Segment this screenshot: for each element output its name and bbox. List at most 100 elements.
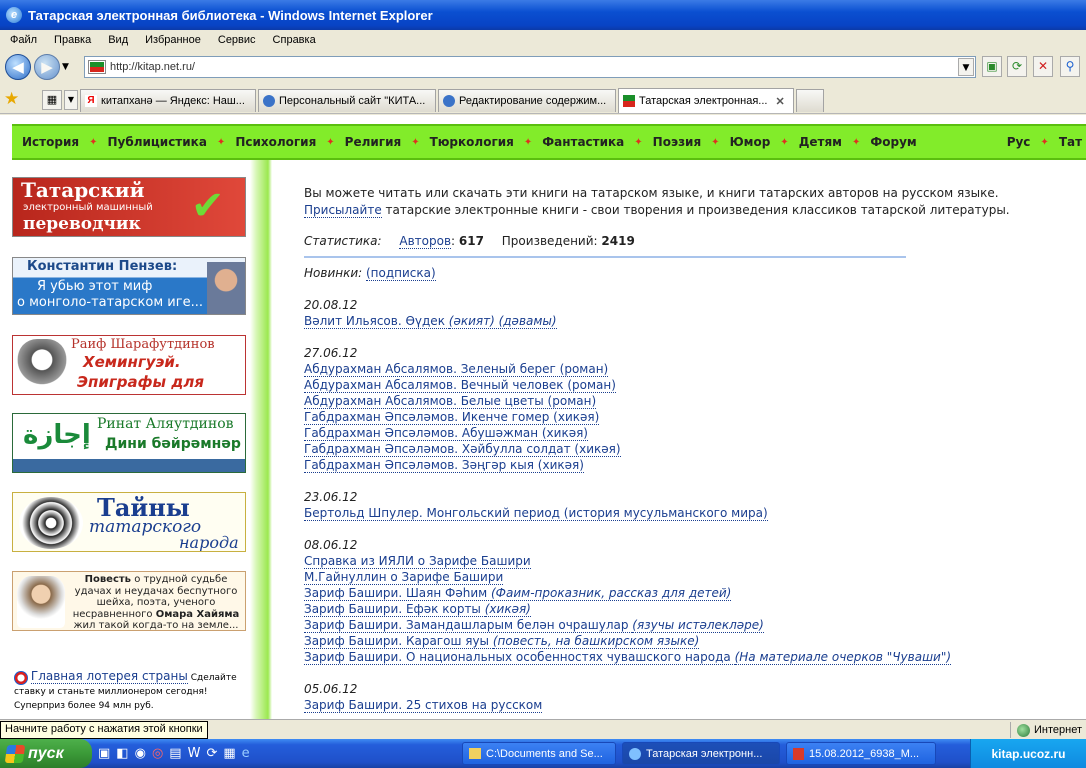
book-link[interactable]: Бертольд Шпулер. Монгольский период (ист…	[304, 506, 768, 521]
task-pdf[interactable]: 15.08.2012_6938_M...	[786, 742, 936, 765]
window-title-bar[interactable]: e Татарская электронная библиотека - Win…	[0, 0, 1086, 30]
sharafutdinov-banner[interactable]: Раиф Шарафутдинов Хемингуэй. Эпиграфы дл…	[12, 335, 246, 395]
book-note[interactable]: (әкият) (дәвамы)	[448, 314, 557, 329]
book-link[interactable]: Зариф Башири. 25 стихов на русском	[304, 698, 543, 713]
address-dropdown-icon[interactable]: ▼	[958, 58, 974, 76]
tab-yandex[interactable]: Я китапханә — Яндекс: Наш...	[80, 89, 256, 112]
book-title[interactable]: Зариф Башири. Карагош яуы	[304, 634, 493, 649]
nav-humor[interactable]: Юмор	[726, 135, 775, 149]
quick-launch-icon[interactable]: ◧	[116, 746, 128, 761]
tab-editing[interactable]: Редактирование содержим...	[438, 89, 616, 112]
book-title[interactable]: Абдурахман Абсалямов. Вечный человек (ро…	[304, 378, 616, 393]
book-title[interactable]: Бертольд Шпулер. Монгольский период (ист…	[304, 506, 768, 521]
quick-launch-icon[interactable]: ▤	[169, 746, 181, 761]
rinat-banner[interactable]: إجازة Ринат Аляутдинов Дини бәйрәмнәр	[12, 413, 246, 473]
book-link[interactable]: М.Гайнуллин о Зарифе Башири	[304, 570, 504, 585]
new-tab-button[interactable]	[796, 89, 824, 112]
book-title[interactable]: Габдрахман Әпсәләмов. Абушәжман (хикәя)	[304, 426, 588, 441]
ie-quick-launch-icon[interactable]: e	[242, 746, 250, 761]
book-link[interactable]: Вәлит Ильясов. Өүдек (әкият) (дәвамы)	[304, 314, 557, 329]
book-title[interactable]: Абдурахман Абсалямов. Белые цветы (роман…	[304, 394, 597, 409]
khayam-banner[interactable]: Повесть о трудной судьбе удачах и неудач…	[12, 571, 246, 631]
book-link[interactable]: Габдрахман Әпсәләмов. Абушәжман (хикәя)	[304, 426, 588, 441]
book-link[interactable]: Габдрахман Әпсәләмов. Зәңгәр кыя (хикәя)	[304, 458, 584, 473]
tab-personal-site[interactable]: Персональный сайт "КИТА...	[258, 89, 436, 112]
book-link[interactable]: Зариф Башири. Замандашларым белән очрашу…	[304, 618, 764, 633]
lottery-link[interactable]: Главная лотерея страны	[30, 669, 188, 684]
refresh-icon[interactable]: ⟳	[1007, 56, 1027, 77]
compatibility-icon[interactable]: ▣	[982, 56, 1002, 77]
book-title[interactable]: М.Гайнуллин о Зарифе Башири	[304, 570, 504, 585]
book-title[interactable]: Абдурахман Абсалямов. Зеленый берег (ром…	[304, 362, 609, 377]
book-title[interactable]: Габдрахман Әпсәләмов. Зәңгәр кыя (хикәя)	[304, 458, 584, 473]
book-link[interactable]: Габдрахман Әпсәләмов. Хәйбулла солдат (х…	[304, 442, 621, 457]
search-icon[interactable]: ⚲	[1060, 56, 1080, 77]
nav-publicism[interactable]: Публицистика	[103, 135, 210, 149]
nav-turkology[interactable]: Тюркология	[426, 135, 518, 149]
book-link[interactable]: Габдрахман Әпсәләмов. Икенче гомер (хикә…	[304, 410, 600, 425]
nav-psychology[interactable]: Психология	[231, 135, 320, 149]
forward-arrow-icon[interactable]: ▶	[34, 54, 60, 80]
book-title[interactable]: Зариф Башири. Ефәк корты	[304, 602, 485, 617]
task-ie[interactable]: Татарская электронн...	[622, 742, 780, 765]
book-link[interactable]: Справка из ИЯЛИ о Зарифе Башири	[304, 554, 531, 569]
quick-launch-icon[interactable]: W	[188, 746, 201, 761]
menu-view[interactable]: Вид	[98, 34, 135, 46]
lang-tatar[interactable]: Тат	[1055, 135, 1086, 149]
nav-poetry[interactable]: Поэзия	[649, 135, 706, 149]
back-arrow-icon[interactable]: ◀	[5, 54, 31, 80]
quick-launch-icon[interactable]: ◎	[152, 746, 163, 761]
menu-tools[interactable]: Сервис	[208, 34, 263, 46]
book-note[interactable]: (повесть, на башкирском языке)	[492, 634, 700, 649]
book-note[interactable]: (На материале очерков "Чуваши")	[734, 650, 952, 665]
menu-help[interactable]: Справка	[263, 34, 323, 46]
quick-launch-icon[interactable]: ⟳	[206, 746, 217, 761]
authors-link[interactable]: Авторов	[399, 234, 452, 249]
book-title[interactable]: Зариф Башири. Шаян Фәhим	[304, 586, 491, 601]
favorites-star-icon[interactable]: ★	[4, 89, 19, 109]
quick-tabs-icon[interactable]: ▦	[42, 90, 62, 110]
book-note[interactable]: (язучы истәлекләре)	[632, 618, 764, 633]
task-explorer[interactable]: C:\Documents and Se...	[462, 742, 616, 765]
book-link[interactable]: Зариф Башири. Карагош яуы (повесть, на б…	[304, 634, 700, 649]
book-title[interactable]: Зариф Башири. 25 стихов на русском	[304, 698, 543, 713]
nav-history[interactable]: История	[18, 135, 83, 149]
close-tab-icon[interactable]: ✕	[775, 95, 784, 108]
nav-forum[interactable]: Форум	[866, 135, 920, 149]
nav-religion[interactable]: Религия	[341, 135, 406, 149]
book-title[interactable]: Зариф Башири. О национальных особенностя…	[304, 650, 735, 665]
translator-banner[interactable]: Татарский электронный машинный переводчи…	[12, 177, 246, 237]
book-title[interactable]: Габдрахман Әпсәләмов. Хәйбулла солдат (х…	[304, 442, 621, 457]
book-link[interactable]: Зариф Башири. Шаян Фәhим (Фаим-проказник…	[304, 586, 732, 601]
tab-list-icon[interactable]: ▼	[64, 90, 78, 110]
menu-edit[interactable]: Правка	[44, 34, 98, 46]
submit-link[interactable]: Присылайте	[304, 203, 382, 218]
book-title[interactable]: Справка из ИЯЛИ о Зарифе Башири	[304, 554, 531, 569]
book-note[interactable]: (хикәя)	[484, 602, 531, 617]
book-link[interactable]: Абдурахман Абсалямов. Белые цветы (роман…	[304, 394, 597, 409]
history-dropdown-icon[interactable]: ▼	[62, 62, 69, 72]
lang-russian[interactable]: Рус	[1003, 135, 1035, 149]
address-field[interactable]: http://kitap.net.ru/	[84, 56, 976, 78]
penzev-banner[interactable]: Константин Пензев: Я убью этот миф о мон…	[12, 257, 246, 315]
menu-favorites[interactable]: Избранное	[135, 34, 208, 46]
quick-launch-icon[interactable]: ▦	[223, 746, 235, 761]
tainy-banner[interactable]: Тайны татарского народа	[12, 492, 246, 552]
start-button[interactable]: пуск	[0, 739, 92, 768]
quick-launch-icon[interactable]: ◉	[135, 746, 146, 761]
book-title[interactable]: Габдрахман Әпсәләмов. Икенче гомер (хикә…	[304, 410, 600, 425]
nav-fantasy[interactable]: Фантастика	[538, 135, 628, 149]
quick-launch-icon[interactable]: ▣	[98, 746, 110, 761]
tab-tatar-library[interactable]: Татарская электронная... ✕	[618, 88, 794, 113]
book-title[interactable]: Вәлит Ильясов. Өүдек	[304, 314, 449, 329]
book-note[interactable]: (Фаим-проказник, рассказ для детей)	[491, 586, 732, 601]
nav-children[interactable]: Детям	[795, 135, 846, 149]
subscribe-link[interactable]: (подписка)	[366, 266, 436, 281]
book-link[interactable]: Зариф Башири. О национальных особенностя…	[304, 650, 952, 665]
stop-icon[interactable]: ✕	[1033, 56, 1053, 77]
book-link[interactable]: Абдурахман Абсалямов. Зеленый берег (ром…	[304, 362, 609, 377]
menu-file[interactable]: Файл	[0, 34, 44, 46]
book-link[interactable]: Абдурахман Абсалямов. Вечный человек (ро…	[304, 378, 616, 393]
book-title[interactable]: Зариф Башири. Замандашларым белән очрашу…	[304, 618, 633, 633]
book-link[interactable]: Зариф Башири. Ефәк корты (хикәя)	[304, 602, 531, 617]
